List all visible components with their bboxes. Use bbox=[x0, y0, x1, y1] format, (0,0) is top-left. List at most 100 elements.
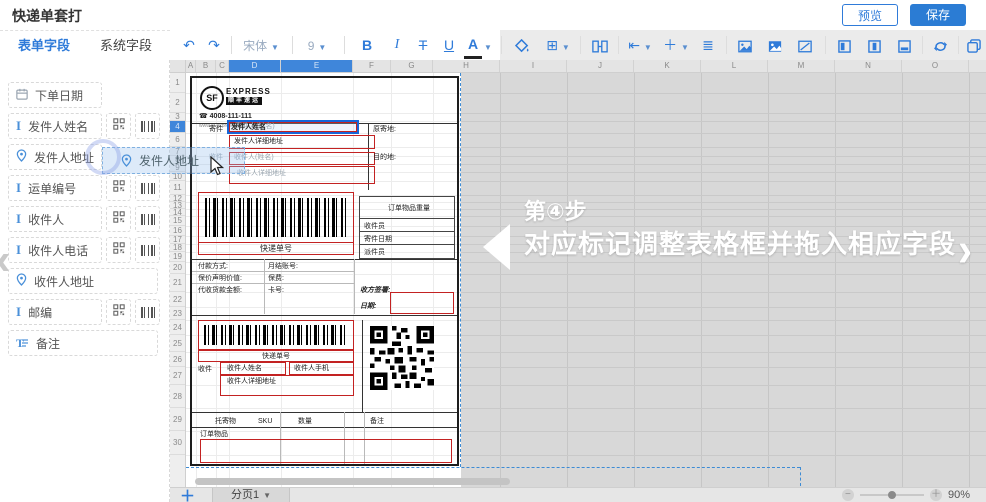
receiver-name-ghost-box[interactable]: 收件人(姓名) bbox=[229, 152, 375, 165]
receiver-address-box[interactable]: 收件人详细地址 bbox=[220, 375, 354, 396]
column-header-F[interactable]: F bbox=[353, 60, 391, 72]
barcode-option-sender-name[interactable] bbox=[135, 113, 160, 139]
column-header-M[interactable]: M bbox=[768, 60, 835, 72]
insert-icon[interactable]: ＋ ▼ bbox=[662, 30, 690, 60]
borders-icon[interactable]: ⊞ ▼ bbox=[546, 30, 570, 60]
underline-icon[interactable]: U bbox=[438, 30, 460, 60]
column-header-H[interactable]: H bbox=[433, 60, 500, 72]
recv-staff-cell[interactable]: 收件员 bbox=[359, 218, 455, 232]
row-header-21[interactable]: 21 bbox=[170, 274, 185, 292]
save-button[interactable]: 保存 bbox=[910, 4, 966, 26]
add-page-button[interactable]: ＋ bbox=[180, 485, 195, 502]
row-header-18[interactable]: 18 bbox=[170, 244, 185, 252]
column-header-A[interactable]: A bbox=[186, 60, 196, 72]
font-family-select[interactable]: 宋体 ▼ bbox=[240, 30, 282, 60]
font-color-chevron-icon[interactable]: ▼ bbox=[482, 30, 494, 60]
column-header-O[interactable]: O bbox=[902, 60, 969, 72]
waybill2-text-box[interactable]: 快递单号 bbox=[198, 350, 354, 362]
column-header-I[interactable]: I bbox=[500, 60, 567, 72]
row-header-19[interactable]: 19 bbox=[170, 252, 185, 262]
row-header-29[interactable]: 29 bbox=[170, 408, 185, 431]
row-header-13[interactable]: 13 bbox=[170, 202, 185, 209]
row-header-26[interactable]: 26 bbox=[170, 352, 185, 367]
sheet-corner-cell[interactable] bbox=[170, 60, 186, 73]
zoom-out-button[interactable]: − bbox=[842, 489, 854, 501]
column-header-G[interactable]: G bbox=[391, 60, 433, 72]
field-chip-remark[interactable]: T备注 bbox=[8, 330, 158, 356]
receiver-name-box[interactable]: 收件人姓名 bbox=[220, 362, 286, 375]
horizontal-scrollbar[interactable] bbox=[195, 478, 510, 485]
waybill-text-box[interactable]: 快递单号 bbox=[198, 242, 354, 255]
row-header-24[interactable]: 24 bbox=[170, 320, 185, 335]
column-header-K[interactable]: K bbox=[634, 60, 701, 72]
sheet-canvas[interactable]: SF EXPRESS 顺丰速运 ☎ 4008-111-111 www.sf-ex… bbox=[186, 73, 986, 502]
row-header-14[interactable]: 14 bbox=[170, 209, 185, 216]
row-header-22[interactable]: 22 bbox=[170, 292, 185, 307]
row-header-6[interactable]: 6 bbox=[170, 133, 185, 147]
date-field-box[interactable] bbox=[390, 292, 454, 314]
field-chip-order-date[interactable]: 下单日期 bbox=[8, 82, 102, 108]
bold-icon[interactable]: B bbox=[356, 30, 378, 60]
font-color-icon[interactable]: A bbox=[464, 32, 482, 59]
row-header-3[interactable]: 3 bbox=[170, 113, 185, 121]
field-chip-receiver-phone[interactable]: I收件人电话 bbox=[8, 237, 102, 263]
dispatch-staff-cell[interactable]: 派件员 bbox=[359, 244, 455, 259]
row-header-2[interactable]: 2 bbox=[170, 93, 185, 113]
row-header-30[interactable]: 30 bbox=[170, 431, 185, 455]
row-header-16[interactable]: 16 bbox=[170, 226, 185, 236]
column-header-C[interactable]: C bbox=[216, 60, 229, 72]
qr-option-waybill-no[interactable] bbox=[106, 175, 131, 201]
receiver-phone-box[interactable]: 收件人手机 bbox=[289, 362, 354, 375]
align-icon[interactable]: ⇤ ▼ bbox=[626, 30, 654, 60]
receiver-address-ghost-box[interactable]: 收件人详细地址 bbox=[229, 166, 375, 184]
qr-option-sender-name[interactable] bbox=[106, 113, 131, 139]
qr-option-receiver-phone[interactable] bbox=[106, 237, 131, 263]
waybill2-barcode-box[interactable] bbox=[198, 320, 354, 350]
layout-center-icon[interactable] bbox=[862, 30, 886, 60]
barcode-option-waybill-no[interactable] bbox=[135, 175, 160, 201]
layout-bottom-icon[interactable] bbox=[892, 30, 916, 60]
sync-icon[interactable] bbox=[928, 30, 952, 60]
barcode-option-zipcode[interactable] bbox=[135, 299, 160, 325]
row-header-20[interactable]: 20 bbox=[170, 262, 185, 274]
row-header-23[interactable]: 23 bbox=[170, 307, 185, 320]
row-header-27[interactable]: 27 bbox=[170, 367, 185, 385]
tab-system-fields[interactable]: 系统字段 bbox=[100, 31, 152, 61]
row-header-28[interactable]: 28 bbox=[170, 385, 185, 408]
row-header-25[interactable]: 25 bbox=[170, 335, 185, 352]
page-tab[interactable]: 分页1▼ bbox=[212, 488, 290, 502]
list-format-icon[interactable]: ≣ bbox=[697, 30, 719, 60]
qr-option-receiver[interactable] bbox=[106, 206, 131, 232]
undo-icon[interactable]: ↶ bbox=[178, 30, 200, 60]
column-header-J[interactable]: J bbox=[567, 60, 634, 72]
row-header-12[interactable]: 12 bbox=[170, 195, 185, 202]
step-prev-arrow[interactable] bbox=[483, 224, 510, 270]
column-header-B[interactable]: B bbox=[196, 60, 216, 72]
waybill-barcode-box[interactable] bbox=[198, 192, 354, 243]
zoom-in-button[interactable]: ＋ bbox=[930, 489, 942, 501]
zoom-slider-knob[interactable] bbox=[888, 491, 896, 499]
column-header-D[interactable]: D bbox=[229, 60, 281, 72]
preview-button[interactable]: 预览 bbox=[842, 4, 898, 26]
selected-cell-range[interactable]: 寄件人(姓名) 发件人姓名 bbox=[227, 120, 359, 134]
chart-image-icon[interactable] bbox=[793, 30, 817, 60]
sidebar-collapse-icon[interactable]: ‹ bbox=[0, 235, 11, 285]
row-header-17[interactable]: 17 bbox=[170, 236, 185, 244]
barcode-option-receiver-phone[interactable] bbox=[135, 237, 160, 263]
row-header-1[interactable]: 1 bbox=[170, 73, 185, 93]
strikethrough-icon[interactable]: T bbox=[412, 30, 434, 60]
field-chip-receiver[interactable]: I收件人 bbox=[8, 206, 102, 232]
send-date-cell[interactable]: 寄件日期 bbox=[359, 231, 455, 245]
zoom-slider[interactable] bbox=[860, 494, 924, 496]
italic-icon[interactable]: I bbox=[386, 30, 408, 60]
order-goods-box[interactable] bbox=[200, 439, 452, 463]
row-header-11[interactable]: 11 bbox=[170, 181, 185, 195]
copy-icon[interactable] bbox=[962, 30, 986, 60]
column-header-L[interactable]: L bbox=[701, 60, 768, 72]
field-chip-zipcode[interactable]: I邮编 bbox=[8, 299, 102, 325]
qr-option-zipcode[interactable] bbox=[106, 299, 131, 325]
merge-cells-icon[interactable] bbox=[588, 30, 612, 60]
row-header-4[interactable]: 4 bbox=[170, 121, 185, 133]
field-chip-receiver-address[interactable]: 收件人地址 bbox=[8, 268, 158, 294]
column-header-N[interactable]: N bbox=[835, 60, 902, 72]
